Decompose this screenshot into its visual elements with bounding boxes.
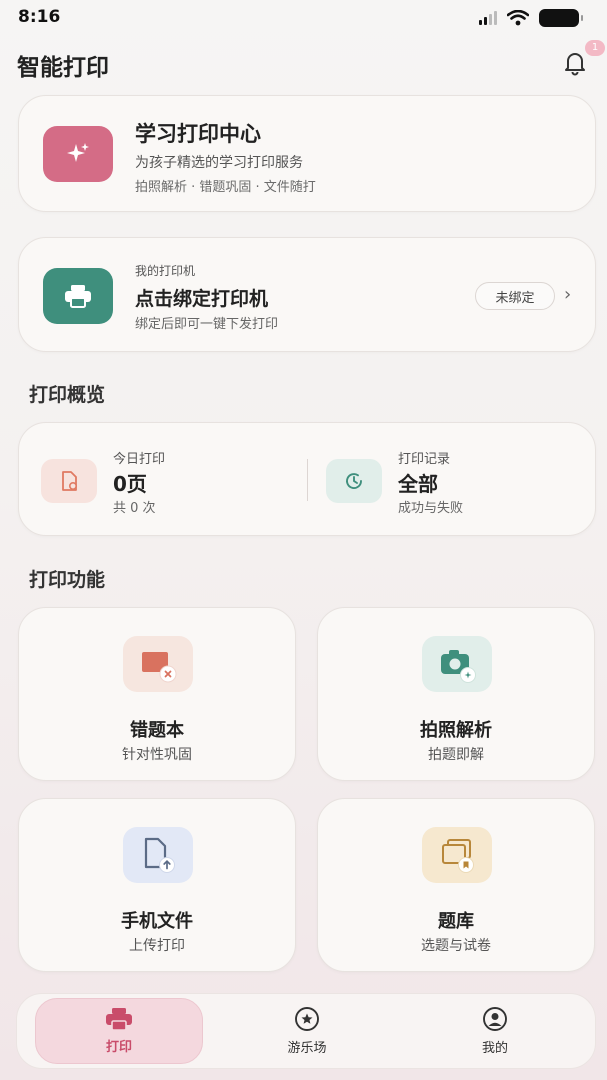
bottom-tab-bar: 打印 游乐场 我的 [16,993,596,1069]
status-bar: 8:16 [0,0,607,38]
tab-mine[interactable]: 我的 [411,998,579,1064]
user-icon [483,1007,507,1031]
status-time: 8:16 [18,7,61,27]
feature-title: 题库 [438,911,474,932]
overview-section-title: 打印概览 [29,384,106,406]
page-title: 智能打印 [17,55,109,81]
history-icon [326,459,382,503]
print-records-label: 打印记录 [398,452,451,467]
feature-subtitle: 拍题即解 [428,747,484,763]
notification-badge: 1 [585,40,605,56]
chevron-right-icon: › [564,284,572,305]
today-print-label: 今日打印 [113,452,166,467]
feature-subtitle: 选题与试卷 [421,938,491,954]
camera-icon [422,636,492,692]
tab-label: 游乐场 [287,1041,327,1056]
print-overview-card: 今日打印 0页 共 0 次 打印记录 全部 成功与失败 [18,422,596,536]
tab-label: 我的 [481,1041,508,1056]
tab-print[interactable]: 打印 [35,998,203,1064]
feature-title: 手机文件 [121,911,193,932]
hero-title: 学习打印中心 [135,122,261,146]
feature-wrong-questions[interactable]: 错题本 针对性巩固 [18,607,296,781]
features-section-title: 打印功能 [29,569,106,591]
today-print-value: 0页 [113,472,147,496]
printer-label: 我的打印机 [135,264,196,278]
print-records-sub: 成功与失败 [398,501,464,516]
feature-photo-analysis[interactable]: 拍照解析 拍题即解 [317,607,595,781]
feature-subtitle: 上传打印 [129,938,185,954]
file-upload-icon [123,827,193,883]
question-bank-icon [422,827,492,883]
feature-phone-files[interactable]: 手机文件 上传打印 [18,798,296,972]
hero-subtitle: 为孩子精选的学习打印服务 [135,155,303,171]
today-print-stat[interactable]: 今日打印 0页 共 0 次 [19,423,307,537]
today-print-count: 共 0 次 [113,501,156,516]
printer-status-badge: 未绑定 [475,282,555,310]
printer-icon [106,1008,132,1031]
printer-icon [43,268,113,324]
learning-center-card[interactable]: 学习打印中心 为孩子精选的学习打印服务 拍照解析 · 错题巩固 · 文件随打 [18,95,596,212]
feature-subtitle: 针对性巩固 [122,747,192,763]
printer-subtitle: 绑定后即可一键下发打印 [135,317,279,332]
print-records-stat[interactable]: 打印记录 全部 成功与失败 [304,423,594,537]
battery-icon [539,9,583,27]
tab-label: 打印 [105,1040,132,1055]
printer-title: 点击绑定打印机 [135,288,269,310]
print-records-value: 全部 [398,472,438,496]
feature-question-bank[interactable]: 题库 选题与试卷 [317,798,595,972]
sparkle-icon [43,126,113,182]
wifi-icon [507,10,529,26]
tab-playground[interactable]: 游乐场 [223,998,391,1064]
status-icons [479,9,583,27]
bind-printer-card[interactable]: 我的打印机 点击绑定打印机 绑定后即可一键下发打印 未绑定 › [18,237,596,352]
feature-title: 拍照解析 [420,720,492,741]
wrong-question-icon [123,636,193,692]
feature-title: 错题本 [130,720,184,741]
document-icon [41,459,97,503]
hero-tags: 拍照解析 · 错题巩固 · 文件随打 [135,180,316,195]
star-icon [295,1007,319,1031]
signal-icon [479,11,497,25]
